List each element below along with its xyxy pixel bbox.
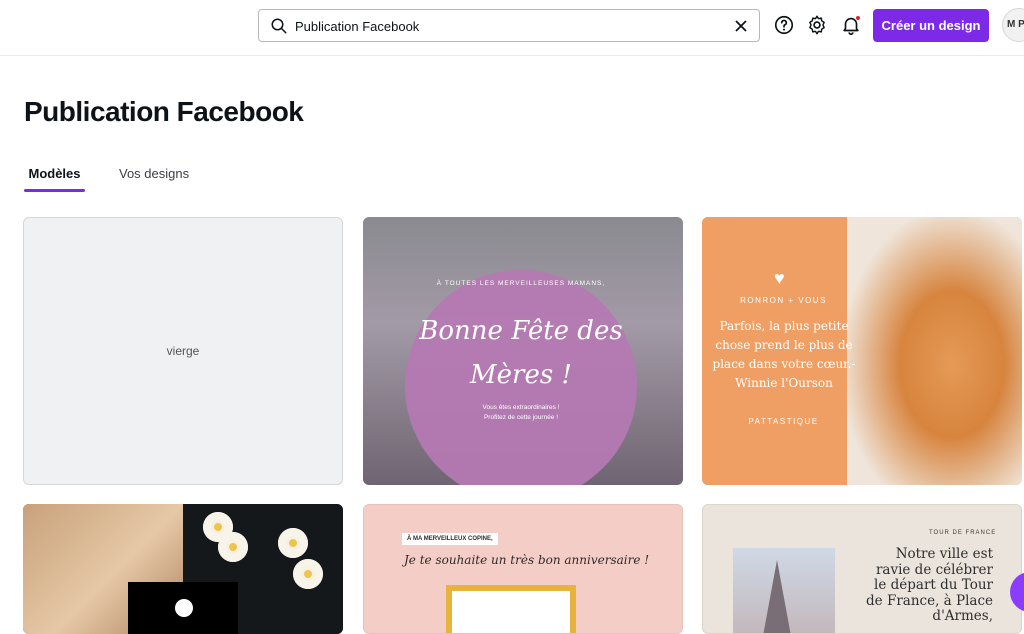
- template-card-cat-quote[interactable]: ♥ RONRON + VOUS Parfois, la plus petite …: [702, 217, 1022, 485]
- page-title: Publication Facebook: [24, 96, 304, 127]
- help-icon[interactable]: [773, 14, 795, 36]
- tab-label: Vos designs: [119, 166, 190, 181]
- create-design-button[interactable]: Créer un design: [873, 9, 989, 42]
- blank-label: vierge: [166, 344, 200, 358]
- tab-templates[interactable]: Modèles: [24, 160, 85, 192]
- template-title: Notre ville est ravie de célébrer le dép…: [866, 546, 993, 624]
- template-title: Je te souhaite un très bon anniversaire …: [404, 553, 650, 567]
- top-bar: Créer un design M P: [0, 0, 1024, 56]
- template-subtitle: Vous êtes extraordinaires ! Profitez de …: [405, 403, 637, 423]
- blank-template-card[interactable]: vierge: [23, 217, 343, 485]
- heart-icon: ♥: [774, 268, 785, 288]
- notification-dot: [855, 15, 861, 21]
- template-title: Bonne Fête des Mères !: [419, 316, 623, 390]
- active-tab-indicator: [24, 189, 85, 192]
- template-text: PATTASTIQUE: [748, 417, 819, 426]
- template-subtitle-line: Profitez de cette journée !: [483, 414, 559, 421]
- search-icon: [271, 18, 287, 34]
- template-card-birthday[interactable]: À MA MERVEILLEUX COPINE, Je te souhaite …: [363, 504, 683, 634]
- search-bar[interactable]: [258, 9, 760, 42]
- tab-your-designs[interactable]: Vos designs: [119, 160, 189, 190]
- search-input[interactable]: [295, 16, 715, 36]
- avatar[interactable]: M P: [1002, 8, 1024, 42]
- template-text: TOUR DE FRANCE: [929, 530, 997, 536]
- template-card-mothers-day[interactable]: À TOUTES LES MERVEILLEUSES MAMANS, Bonne…: [363, 217, 683, 485]
- notifications-button[interactable]: [840, 14, 862, 36]
- template-card-tour-de-france[interactable]: TOUR DE FRANCE Notre ville est ravie de …: [702, 504, 1022, 634]
- template-quote: Parfois, la plus petite chose prend le p…: [712, 319, 856, 390]
- clear-search-icon[interactable]: [733, 18, 749, 34]
- template-subtitle-line: Vous êtes extraordinaires !: [482, 404, 560, 411]
- template-text: À TOUTES LES MERVEILLEUSES MAMANS,: [436, 280, 606, 287]
- template-card-spa[interactable]: [23, 504, 343, 634]
- spa-logo-badge: [175, 599, 193, 617]
- flower-shape: [293, 559, 323, 589]
- template-text: À MA MERVEILLEUX COPINE,: [402, 533, 498, 545]
- template-text: RONRON + VOUS: [740, 296, 827, 305]
- framed-photo: [446, 585, 576, 633]
- flower-shape: [278, 528, 308, 558]
- cat-photo: [847, 217, 1022, 485]
- tab-label: Modèles: [28, 166, 81, 181]
- flower-shape: [218, 532, 248, 562]
- settings-gear-icon[interactable]: [806, 14, 828, 36]
